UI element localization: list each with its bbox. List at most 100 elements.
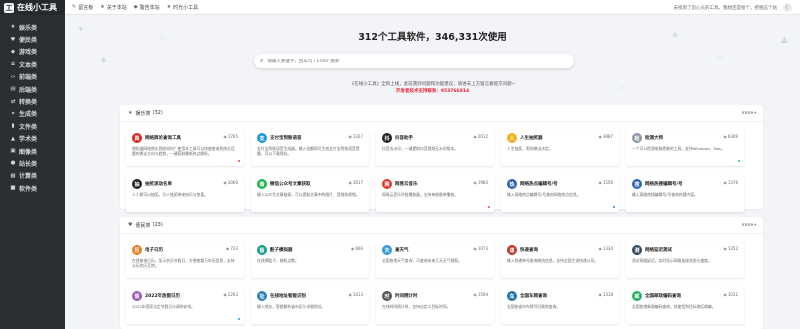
heart-icon: ♥ bbox=[10, 36, 16, 43]
tool-card[interactable]: 天查天气 ◉1073 全国各地天气查询，可查询未来几天天气预报。 bbox=[376, 242, 494, 278]
tool-description: 人人都可以抽奖，为人抽奖带来快乐与惊喜。 bbox=[132, 192, 208, 197]
view-count-value: 6309 bbox=[727, 134, 738, 139]
tool-card[interactable]: 人人生抽奖器 ◉3887 人生抽奖，帮你做出决定。 bbox=[501, 130, 619, 166]
tool-card[interactable]: 邮全国邮政编码查询 ◉1031 全国各地邮政编码查询，快速找到目标地区邮编。 bbox=[626, 288, 744, 324]
section-convenience: ♥ 便民类 (23) more+ 历电子日历 ◉723 在线查询日历，显示农历节假日… bbox=[120, 217, 763, 329]
tool-icon: 骰 bbox=[257, 245, 267, 255]
tool-title: 骰子模拟器 bbox=[270, 248, 293, 253]
tool-card[interactable]: 历电子日历 ◉723 在线查询日历，显示农历节假日，方便查看万年历信息，支持公历农历… bbox=[126, 242, 244, 278]
sidebar-item-label: 文件类 bbox=[19, 123, 38, 131]
tool-card[interactable]: 车全国车牌查询 ◉1318 全国各省市车牌号归属地查询。 bbox=[501, 288, 619, 324]
sidebar-item[interactable]: ⇄ 转换类 bbox=[0, 95, 65, 107]
tool-icon: 抽 bbox=[132, 179, 142, 189]
tool-description: 测试网络延迟，实时显示网络连接状态与速度。 bbox=[632, 258, 712, 263]
tool-description: 在线查询日历，显示农历节假日，方便查看万年历信息，支持公历农历互转。 bbox=[132, 258, 235, 269]
tool-card[interactable]: 支支付宝到账语音 ◉1327 支付宝到账语音生成器，输入金额即可生成支付宝到账语音提… bbox=[251, 130, 369, 166]
topbar-link[interactable]: ★ 时光小工具 bbox=[167, 4, 199, 11]
sidebar-item[interactable]: ▤ 后端类 bbox=[0, 83, 65, 95]
tool-card[interactable]: 假 2022年放假日历 ◉2263 2022年国家法定节假日与调休安排。 bbox=[126, 288, 244, 324]
code-icon: ‹› bbox=[10, 73, 16, 80]
sidebar-item[interactable]: ▲ 学术类 bbox=[0, 133, 65, 145]
tool-description: 输入网络热点编辑号/号查询网络热点信息。 bbox=[507, 192, 581, 197]
tool-card[interactable]: 检检测大师 ◉6309 一个可以检测电脑性能的工具，支持Windows、Mac。 bbox=[626, 130, 744, 166]
view-count: ◉1352 bbox=[723, 246, 738, 251]
sidebar-item[interactable]: ≡ 文本类 bbox=[0, 58, 65, 70]
tool-icon: 微 bbox=[257, 179, 267, 189]
tool-card[interactable]: 微微信公众号文章获取 ◉1617 输入公众号文章链接，可以提取文章中的图片、音频和视… bbox=[251, 176, 369, 212]
tool-card[interactable]: 网网易云音乐 ◉1983 网易云音乐外链播放器，支持单曲歌单播放。 bbox=[376, 176, 494, 212]
sidebar-item[interactable]: ★ 娱乐类 bbox=[0, 21, 65, 33]
view-count: ◉3887 bbox=[598, 134, 613, 139]
server-icon: ▤ bbox=[10, 86, 16, 93]
moon-icon[interactable]: ☾ bbox=[783, 3, 792, 12]
sidebar-item-label: 学术类 bbox=[19, 136, 38, 144]
eye-icon: ◉ bbox=[473, 246, 477, 251]
tool-description: 支付宝到账语音生成器，输入金额即可生成支付宝到账语音提醒，可以下载保存。 bbox=[257, 146, 360, 157]
tool-card[interactable]: 时时间倒计时 ◉1594 在线时间倒计时，支持自定义目标时间。 bbox=[376, 288, 494, 324]
tool-card[interactable]: 骰骰子模拟器 ◉666 在线掷骰子，随机点数。 bbox=[251, 242, 369, 278]
tool-description: 全国各省市车牌号归属地查询。 bbox=[507, 304, 561, 309]
sidebar-item[interactable]: ▣ 图像类 bbox=[0, 145, 65, 157]
sidebar-item[interactable]: ✦ 生成类 bbox=[0, 108, 65, 120]
more-link[interactable]: more+ bbox=[742, 111, 757, 116]
tool-title: 网络舆论查询工具 bbox=[145, 136, 181, 141]
eye-icon: ◉ bbox=[473, 180, 477, 185]
view-count-value: 1556 bbox=[602, 180, 613, 185]
tool-card[interactable]: 测网络延迟测试 ◉1352 测试网络延迟，实时显示网络连接状态与速度。 bbox=[626, 242, 744, 278]
tool-card[interactable]: 热网络热点编辑号/号 ◉1556 输入网络热点编辑号/号查询网络热点信息。 bbox=[501, 176, 619, 212]
view-count: ◉2263 bbox=[223, 292, 238, 297]
tool-card[interactable]: 舆网络舆论查询工具 ◉1765 想知道网络舆论到底如何？使用本工具可以快速查询到热点… bbox=[126, 130, 244, 166]
decor-square-icon: ◇ bbox=[717, 53, 723, 61]
tool-description: 一个可以检测电脑性能的工具，支持Windows、Mac。 bbox=[632, 146, 725, 151]
heart-icon: ♥ bbox=[128, 222, 133, 228]
section-header: ★ 娱乐类 (32) more+ bbox=[120, 105, 763, 122]
tool-card[interactable]: 址在线地址智能识别 ◉1413 输入地址，智能解析省市区与详细地址。 bbox=[251, 288, 369, 324]
sidebar-item[interactable]: ♥ 便民类 bbox=[0, 33, 65, 45]
site-logo[interactable]: 工 在线小工具 bbox=[0, 0, 65, 15]
eye-icon: ◉ bbox=[348, 292, 352, 297]
view-count: ◉1334 bbox=[598, 246, 613, 251]
sidebar-item[interactable]: ‹› 前端类 bbox=[0, 71, 65, 83]
topbar-link[interactable]: ◆ 警告本站 bbox=[134, 4, 160, 11]
view-count-value: 2263 bbox=[227, 292, 238, 297]
tool-card[interactable]: 递快递查询 ◉1334 输入快递单号查询物流信息，支持全国主流快递公司。 bbox=[501, 242, 619, 278]
sidebar-item[interactable]: ● 站长类 bbox=[0, 157, 65, 169]
tool-icon: 抖 bbox=[382, 133, 392, 143]
sidebar-item-label: 游戏类 bbox=[19, 49, 38, 57]
sidebar-item[interactable]: ◆ 游戏类 bbox=[0, 46, 65, 58]
tool-title: 查天气 bbox=[395, 248, 409, 253]
topbar-notice: 未找到了您心头的工具，我想还是给个，把相这个站 bbox=[673, 5, 778, 11]
software-icon: ■ bbox=[10, 185, 16, 192]
sidebar-item[interactable]: ▦ 计算类 bbox=[0, 170, 65, 182]
tool-card[interactable]: 抖抖音助手 ◉2612 抖音去水印，一键提取抖音视频无水印版本。 bbox=[376, 130, 494, 166]
eye-icon: ◉ bbox=[723, 134, 727, 139]
topbar-link-label: 警告本站 bbox=[139, 4, 160, 11]
sidebar-item-label: 文本类 bbox=[19, 61, 38, 69]
sidebar-item[interactable]: ▮ 文件类 bbox=[0, 120, 65, 132]
tool-title: 抖音助手 bbox=[395, 136, 413, 141]
search-input[interactable] bbox=[267, 58, 548, 64]
sidebar-item[interactable]: ■ 软件类 bbox=[0, 182, 65, 194]
view-count: ◉1983 bbox=[473, 180, 488, 185]
topbar-link[interactable]: ★ 关于本站 bbox=[100, 4, 127, 11]
tool-title: 网络热搜编辑号/号 bbox=[645, 182, 683, 187]
search-icon[interactable]: ⌕ bbox=[260, 57, 263, 65]
status-dot bbox=[238, 160, 240, 162]
tool-description: 在线掷骰子，随机点数。 bbox=[257, 258, 299, 263]
tool-description: 在线时间倒计时，支持自定义目标时间。 bbox=[382, 304, 451, 309]
tool-card[interactable]: 抽抽奖滚动名单 ◉3060 人人都可以抽奖，为人抽奖带来快乐与惊喜。 bbox=[126, 176, 244, 212]
view-count: ◉3060 bbox=[223, 180, 238, 185]
tool-description: 人生抽奖，帮你做出决定。 bbox=[507, 146, 553, 151]
search-bar[interactable]: ⌕ bbox=[254, 54, 574, 68]
view-count-value: 3060 bbox=[227, 180, 238, 185]
status-dot bbox=[238, 318, 240, 320]
tool-title: 全国邮政编码查询 bbox=[645, 294, 681, 299]
more-link[interactable]: more+ bbox=[742, 223, 757, 228]
tool-title: 快递查询 bbox=[520, 248, 538, 253]
tool-card[interactable]: 搜网络热搜编辑号/号 ◉1376 输入网络热搜编辑号/号查询热搜内容。 bbox=[626, 176, 744, 212]
view-count-value: 1031 bbox=[727, 292, 738, 297]
topbar-right: 未找到了您心头的工具，我想还是给个，把相这个站 ☾ bbox=[673, 0, 792, 15]
star-icon: ★ bbox=[10, 24, 16, 31]
topbar-link[interactable]: ✎ 留言板 bbox=[72, 4, 93, 11]
view-count: ◉1031 bbox=[723, 292, 738, 297]
